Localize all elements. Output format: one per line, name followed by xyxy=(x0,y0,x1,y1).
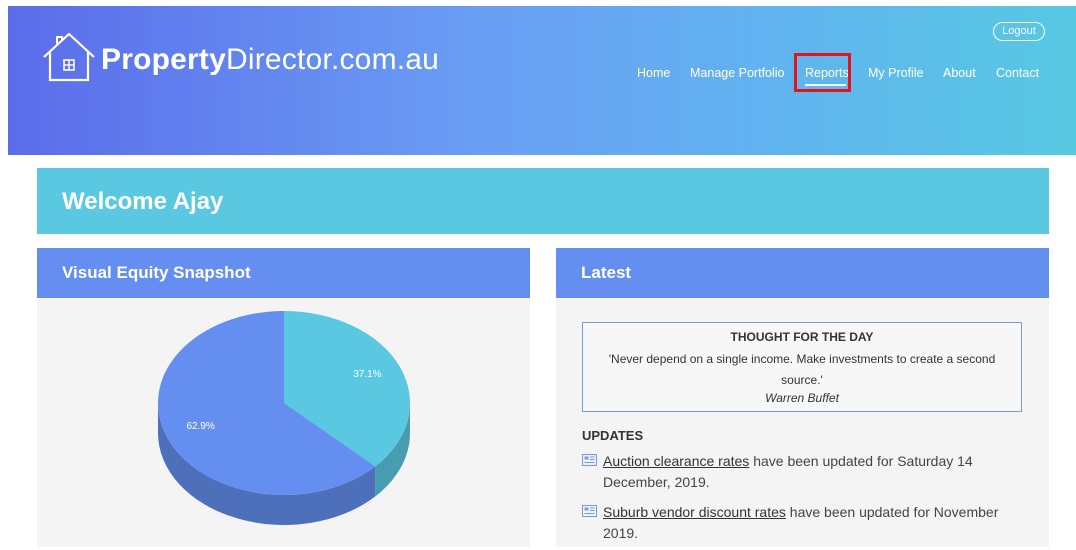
thought-for-the-day: THOUGHT FOR THE DAY 'Never depend on a s… xyxy=(582,322,1022,412)
news-icon xyxy=(582,454,597,466)
nav-about[interactable]: About xyxy=(943,66,976,80)
logout-button[interactable]: Logout xyxy=(993,22,1045,41)
thought-author: Warren Buffet xyxy=(765,391,839,405)
nav-my-profile[interactable]: My Profile xyxy=(868,66,924,80)
site-header: PropertyDirector.com.au Logout Home Mana… xyxy=(8,6,1076,155)
nav-home[interactable]: Home xyxy=(637,66,670,80)
pie-label-0: 37.1% xyxy=(353,369,381,380)
nav-contact[interactable]: Contact xyxy=(996,66,1039,80)
brand-name-light: Director.com.au xyxy=(225,43,440,76)
nav-manage-portfolio[interactable]: Manage Portfolio xyxy=(690,66,785,80)
brand-name-bold: Property xyxy=(101,43,226,76)
thought-quote: 'Never depend on a single income. Make i… xyxy=(608,352,996,387)
welcome-banner: Welcome Ajay xyxy=(37,168,1049,234)
news-icon xyxy=(582,505,597,517)
reports-highlight-box xyxy=(794,53,851,92)
house-icon xyxy=(43,32,95,82)
equity-pie-chart: 37.1% 62.9% xyxy=(150,305,420,550)
equity-panel-title: Visual Equity Snapshot xyxy=(62,263,251,282)
latest-panel-title: Latest xyxy=(581,263,632,282)
updates-heading: UPDATES xyxy=(582,428,644,443)
brand-name: PropertyDirector.com.au xyxy=(101,43,439,77)
update-link-auction-clearance[interactable]: Auction clearance rates xyxy=(603,453,749,469)
pie-top xyxy=(158,311,410,495)
thought-title: THOUGHT FOR THE DAY xyxy=(730,330,874,344)
pie-label-1: 62.9% xyxy=(186,421,214,432)
welcome-title: Welcome Ajay xyxy=(62,188,224,215)
update-text: Auction clearance rates have been update… xyxy=(603,451,1003,493)
update-text: Suburb vendor discount rates have been u… xyxy=(603,502,1003,544)
equity-panel-header: Visual Equity Snapshot xyxy=(37,248,530,298)
update-link-vendor-discount[interactable]: Suburb vendor discount rates xyxy=(603,504,786,520)
latest-panel-header: Latest xyxy=(556,248,1049,298)
